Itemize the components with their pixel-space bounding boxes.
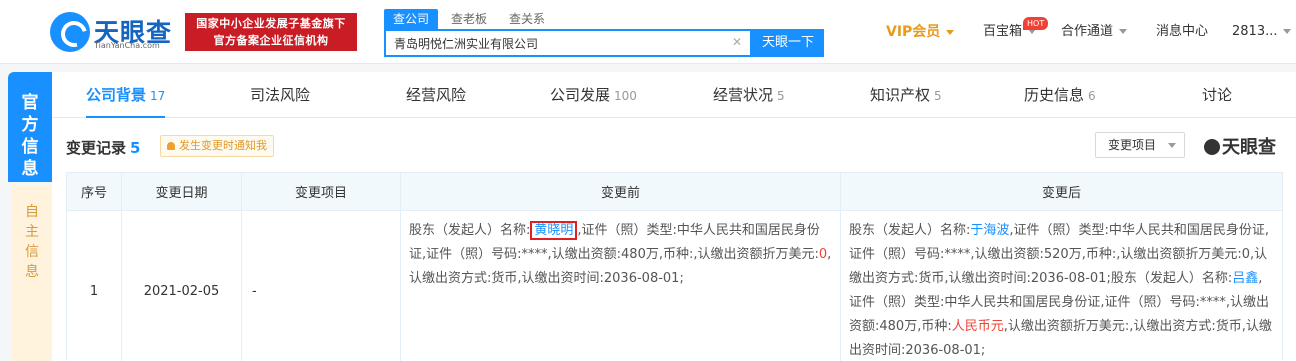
cooperation-label: 合作通道 (1061, 24, 1114, 39)
tab-label: 经营状况 (713, 86, 774, 104)
table-header-row: 序号 变更日期 变更项目 变更前 变更后 (66, 172, 1283, 211)
bell-icon (167, 142, 175, 150)
tab-company-background[interactable]: 公司背景 17 (86, 72, 166, 118)
tab-company-development[interactable]: 公司发展 100 (550, 72, 637, 118)
tab-label: 公司背景 (86, 86, 147, 104)
slogan-line1: 国家中小企业发展子基金旗下 (196, 17, 346, 30)
after-text: 股东（发起人）名称: (849, 223, 971, 238)
col-header-index: 序号 (66, 172, 122, 211)
notify-label: 发生变更时通知我 (179, 139, 267, 152)
tab-label: 经营风险 (406, 86, 467, 104)
tab-operating-status[interactable]: 经营状况 5 (713, 72, 785, 118)
side-tab-official[interactable]: 官方信息 (8, 72, 52, 182)
search-tab-relation[interactable]: 查关系 (500, 9, 554, 29)
col-header-date: 变更日期 (121, 172, 242, 211)
shareholder-link-after[interactable]: 吕鑫 (1232, 271, 1258, 286)
logo-icon (1204, 139, 1220, 155)
tab-count: 100 (614, 89, 637, 103)
treasure-label: 百宝箱 (983, 24, 1023, 39)
shareholder-link-before[interactable]: 黄晓明 (530, 221, 578, 240)
chevron-down-icon (1283, 29, 1292, 34)
before-text: 股东（发起人）名称: (409, 223, 531, 238)
search-tab-boss[interactable]: 查老板 (442, 9, 496, 29)
message-center-link[interactable]: 消息中心 (1156, 22, 1208, 42)
search-tab-company[interactable]: 查公司 (384, 9, 439, 29)
logo-subtext: TianYanCha.com (94, 41, 160, 50)
tab-label: 历史信息 (1024, 86, 1085, 104)
chevron-down-icon (1168, 143, 1177, 148)
tab-count: 17 (150, 89, 166, 103)
cell-date: 2021-02-05 (121, 210, 242, 361)
change-record-table: 序号 变更日期 变更项目 变更前 变更后 1 2021-02-05 - 股东（发… (66, 172, 1283, 361)
filter-label: 变更项目 (1108, 138, 1157, 152)
side-tab-self-label: 自主信息 (25, 204, 39, 280)
user-name: 2813... (1232, 24, 1278, 39)
user-menu[interactable]: 2813... (1232, 22, 1292, 42)
change-item-filter[interactable]: 变更项目 (1095, 132, 1185, 158)
section-count: 5 (130, 139, 141, 157)
search-box: ✕ (384, 29, 752, 57)
side-tab-self[interactable]: 自主信息 (12, 186, 52, 361)
col-header-before: 变更前 (400, 172, 841, 211)
slogan-badge: 国家中小企业发展子基金旗下 官方备案企业征信机构 (185, 13, 357, 51)
tab-label: 知识产权 (870, 86, 931, 104)
search-button[interactable]: 天眼一下 (752, 29, 824, 57)
vip-menu[interactable]: VIP会员 (886, 22, 955, 42)
highlight-value: 人民币元 (951, 319, 1004, 334)
tab-history[interactable]: 历史信息 6 (1024, 72, 1096, 118)
tab-count: 6 (1088, 89, 1096, 103)
chevron-down-icon (946, 29, 955, 35)
cell-after: 股东（发起人）名称:于海波,证件（照）类型:中华人民共和国居民身份证,证件（照）… (840, 210, 1283, 361)
logo[interactable]: 天眼查 TianYanCha.com (50, 12, 172, 52)
tab-discussion[interactable]: 讨论 (1202, 72, 1232, 118)
tab-label: 司法风险 (250, 86, 311, 104)
watermark-text: 天眼查 (1222, 137, 1276, 158)
tab-count: 5 (934, 89, 942, 103)
cell-item: - (241, 210, 401, 361)
side-tab-official-label: 官方信息 (21, 93, 39, 179)
logo-icon (50, 12, 90, 52)
main-tabs: 公司背景 17 司法风险 经营风险 公司发展 100 经营状况 5 知识产权 5 历史信… (52, 72, 1296, 118)
tab-intellectual-property[interactable]: 知识产权 5 (870, 72, 942, 118)
cell-index: 1 (66, 210, 122, 361)
side-tabs: 官方信息 自主信息 (8, 72, 52, 361)
slogan-line2: 官方备案企业征信机构 (213, 34, 329, 47)
search-input[interactable] (386, 31, 726, 55)
watermark-logo: 天眼查 (1204, 133, 1276, 159)
tab-label: 讨论 (1202, 86, 1233, 104)
tab-legal-risk[interactable]: 司法风险 (250, 72, 310, 118)
hot-badge: HOT (1023, 17, 1049, 30)
col-header-item: 变更项目 (241, 172, 401, 211)
section-title: 变更记录 5 (66, 137, 140, 158)
shareholder-link-after[interactable]: 于海波 (970, 223, 1009, 238)
table-row: 1 2021-02-05 - 股东（发起人）名称: 黄晓明 ,证件（照）类型:中华人… (66, 210, 1283, 361)
section-title-text: 变更记录 (66, 139, 127, 157)
change-record-section: 变更记录 5 发生变更时通知我 变更项目 天眼查 序号 变更日期 变更项目 变更前… (52, 118, 1296, 361)
top-header: 天眼查 TianYanCha.com 国家中小企业发展子基金旗下 官方备案企业征… (0, 0, 1296, 64)
col-header-after: 变更后 (840, 172, 1283, 211)
tab-label: 公司发展 (550, 86, 611, 104)
highlight-value: 0 (818, 247, 828, 262)
chevron-down-icon (1119, 29, 1128, 34)
notify-button[interactable]: 发生变更时通知我 (160, 135, 274, 157)
vip-label: VIP会员 (886, 24, 941, 40)
cooperation-menu[interactable]: 合作通道 (1061, 22, 1128, 42)
clear-icon[interactable]: ✕ (732, 35, 742, 49)
tab-count: 5 (777, 89, 785, 103)
tab-business-risk[interactable]: 经营风险 (406, 72, 466, 118)
search-type-tabs: 查公司 查老板 查关系 (384, 9, 554, 29)
cell-before: 股东（发起人）名称: 黄晓明 ,证件（照）类型:中华人民共和国居民身份证,证件（照）… (400, 210, 841, 361)
